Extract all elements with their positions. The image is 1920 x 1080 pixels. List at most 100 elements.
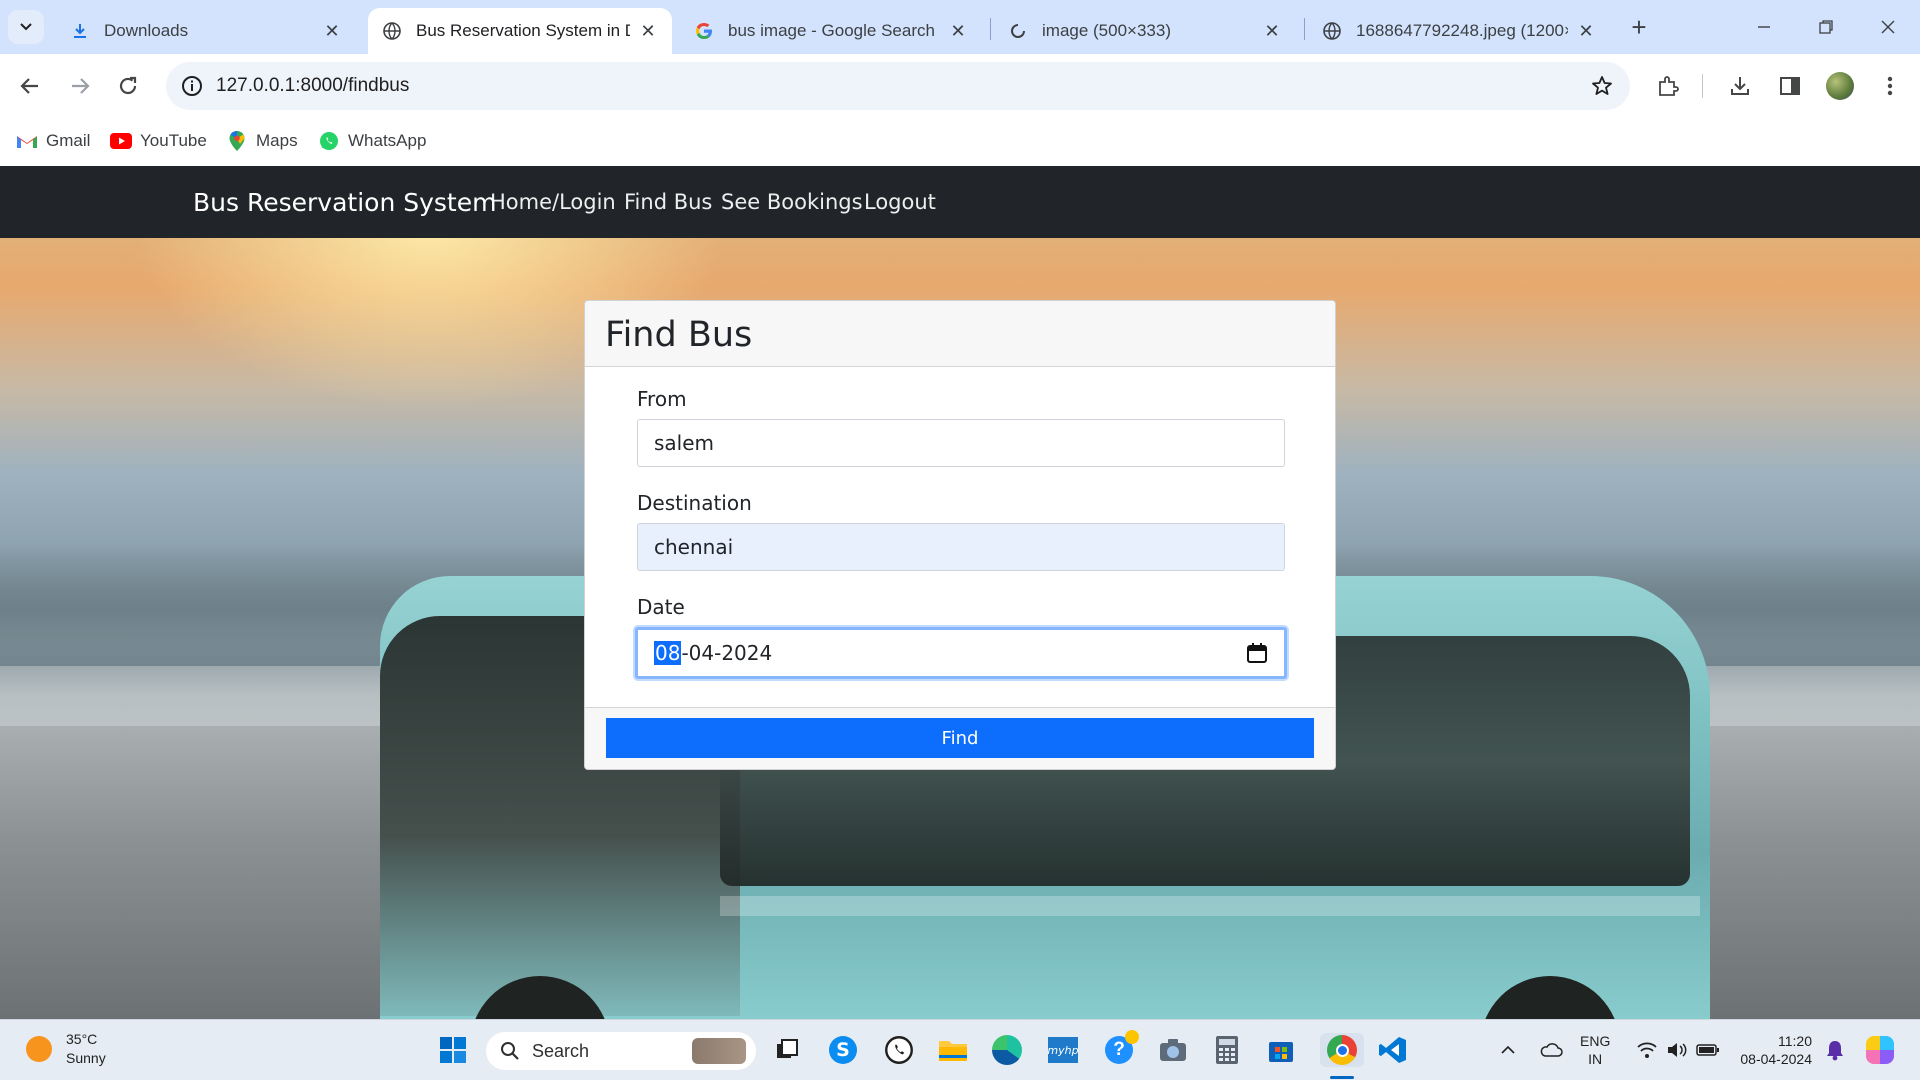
volume-icon[interactable] xyxy=(1662,1033,1692,1067)
start-button[interactable] xyxy=(436,1033,470,1067)
date-input[interactable]: 08 -04-2024 xyxy=(635,627,1287,679)
bookmark-whatsapp[interactable]: WhatsApp xyxy=(318,126,426,156)
downloads-button[interactable] xyxy=(1722,68,1758,104)
arrow-right-icon xyxy=(72,78,90,94)
navbar-brand[interactable]: Bus Reservation System xyxy=(193,188,496,217)
date-rest-segment[interactable]: -04-2024 xyxy=(681,641,772,665)
nav-link-see-bookings[interactable]: See Bookings xyxy=(721,190,863,214)
notifications-button[interactable] xyxy=(1820,1033,1850,1067)
vscode-icon[interactable] xyxy=(1376,1033,1410,1067)
onedrive-icon[interactable] xyxy=(1536,1033,1566,1067)
address-bar[interactable]: 127.0.0.1:8000/findbus xyxy=(166,62,1630,110)
profile-button[interactable] xyxy=(1822,68,1858,104)
restore-icon xyxy=(1819,20,1833,34)
back-button[interactable] xyxy=(12,68,48,104)
date-day-segment[interactable]: 08 xyxy=(654,641,682,665)
battery-icon[interactable] xyxy=(1692,1033,1724,1067)
clock-date: 08-04-2024 xyxy=(1740,1051,1812,1067)
card-body: From salem Destination chennai Date 08 -0… xyxy=(585,367,1335,711)
minimize-button[interactable] xyxy=(1744,10,1784,44)
file-explorer-icon[interactable] xyxy=(936,1033,970,1067)
maps-pin-icon xyxy=(226,130,248,152)
edge-icon[interactable] xyxy=(990,1033,1024,1067)
bookmark-maps[interactable]: Maps xyxy=(226,126,298,156)
chrome-taskbar-icon[interactable] xyxy=(1320,1033,1364,1067)
puzzle-icon xyxy=(1659,76,1679,96)
clock[interactable]: 11:20 08-04-2024 xyxy=(1734,1032,1812,1068)
menu-button[interactable] xyxy=(1872,68,1908,104)
bookmark-youtube[interactable]: YouTube xyxy=(110,126,207,156)
browser-toolbar: 127.0.0.1:8000/findbus xyxy=(0,54,1920,118)
close-icon[interactable]: ✕ xyxy=(948,21,968,41)
calendar-icon[interactable] xyxy=(1246,642,1268,664)
calculator-icon[interactable] xyxy=(1210,1033,1244,1067)
tab-strip: Downloads ✕ Bus Reservation System in Dj… xyxy=(0,0,1920,54)
bookmark-gmail[interactable]: Gmail xyxy=(16,126,90,156)
forward-button[interactable] xyxy=(62,68,98,104)
nav-link-find-bus[interactable]: Find Bus xyxy=(624,190,712,214)
store-icon[interactable] xyxy=(1264,1033,1298,1067)
tab-search-button[interactable] xyxy=(8,10,44,44)
bookmark-label: Gmail xyxy=(46,131,91,150)
bookmark-label: Maps xyxy=(256,131,298,150)
task-view-icon xyxy=(777,1039,798,1058)
search-icon xyxy=(501,1042,519,1060)
tab-bus-reservation[interactable]: Bus Reservation System in Dja ✕ xyxy=(368,8,672,54)
tab-google-search[interactable]: bus image - Google Search ✕ xyxy=(680,8,982,54)
arrow-left-icon xyxy=(20,78,38,94)
show-hidden-icons-button[interactable] xyxy=(1496,1033,1520,1067)
bookmark-star-icon[interactable] xyxy=(1590,74,1614,98)
camera-icon[interactable] xyxy=(1156,1033,1190,1067)
side-panel-button[interactable] xyxy=(1772,68,1808,104)
taskbar-search[interactable]: Search xyxy=(486,1032,756,1070)
tab-downloads[interactable]: Downloads ✕ xyxy=(56,8,356,54)
language-top: ENG xyxy=(1580,1033,1611,1049)
task-view-button[interactable] xyxy=(770,1033,804,1067)
hp-app-icon[interactable]: myhp xyxy=(1046,1033,1080,1067)
close-icon[interactable]: ✕ xyxy=(1576,21,1596,41)
close-icon[interactable]: ✕ xyxy=(322,21,342,41)
wifi-icon[interactable] xyxy=(1632,1033,1662,1067)
temperature: 35°C xyxy=(66,1031,98,1047)
language-indicator[interactable]: ENG IN xyxy=(1580,1032,1610,1068)
extensions-button[interactable] xyxy=(1650,68,1686,104)
from-label: From xyxy=(637,387,687,411)
tab-separator xyxy=(990,18,991,40)
new-tab-button[interactable]: + xyxy=(1624,12,1654,42)
tab-image[interactable]: image (500×333) ✕ xyxy=(994,8,1296,54)
weather-condition: Sunny xyxy=(66,1050,106,1066)
reload-icon xyxy=(119,76,137,95)
whatsapp-taskbar-icon[interactable] xyxy=(882,1033,916,1067)
from-input[interactable]: salem xyxy=(637,419,1285,467)
search-highlight-icon xyxy=(692,1038,746,1064)
close-window-button[interactable] xyxy=(1868,10,1908,44)
minimize-icon xyxy=(1758,26,1770,28)
url-text[interactable]: 127.0.0.1:8000/findbus xyxy=(216,75,409,97)
close-icon[interactable]: ✕ xyxy=(638,21,658,41)
help-icon[interactable]: ? xyxy=(1102,1030,1139,1067)
language-bottom: IN xyxy=(1588,1051,1603,1067)
info-icon[interactable] xyxy=(180,74,204,98)
find-button[interactable]: Find xyxy=(606,718,1314,758)
clock-time: 11:20 xyxy=(1778,1033,1812,1049)
tab-jpeg[interactable]: 1688647792248.jpeg (1200×5 ✕ xyxy=(1308,8,1610,54)
tab-title: Downloads xyxy=(104,21,189,40)
globe-icon xyxy=(1322,21,1342,41)
destination-label: Destination xyxy=(637,491,752,515)
weather-widget[interactable]: 35°C Sunny xyxy=(26,1030,106,1068)
whatsapp-icon xyxy=(318,130,340,152)
reload-button[interactable] xyxy=(110,68,146,104)
copilot-icon[interactable] xyxy=(1862,1033,1898,1067)
active-app-indicator xyxy=(1330,1076,1354,1079)
restore-button[interactable] xyxy=(1806,10,1846,44)
destination-input[interactable]: chennai xyxy=(637,523,1285,571)
close-icon[interactable]: ✕ xyxy=(1262,21,1282,41)
from-value: salem xyxy=(654,431,715,455)
nav-link-home-login[interactable]: Home/Login xyxy=(490,190,616,214)
page-title: Find Bus xyxy=(605,315,753,355)
youtube-icon xyxy=(110,130,132,152)
avatar xyxy=(1826,72,1854,100)
skype-icon[interactable]: S xyxy=(826,1033,860,1067)
destination-value: chennai xyxy=(654,535,734,559)
nav-link-logout[interactable]: Logout xyxy=(864,190,936,214)
